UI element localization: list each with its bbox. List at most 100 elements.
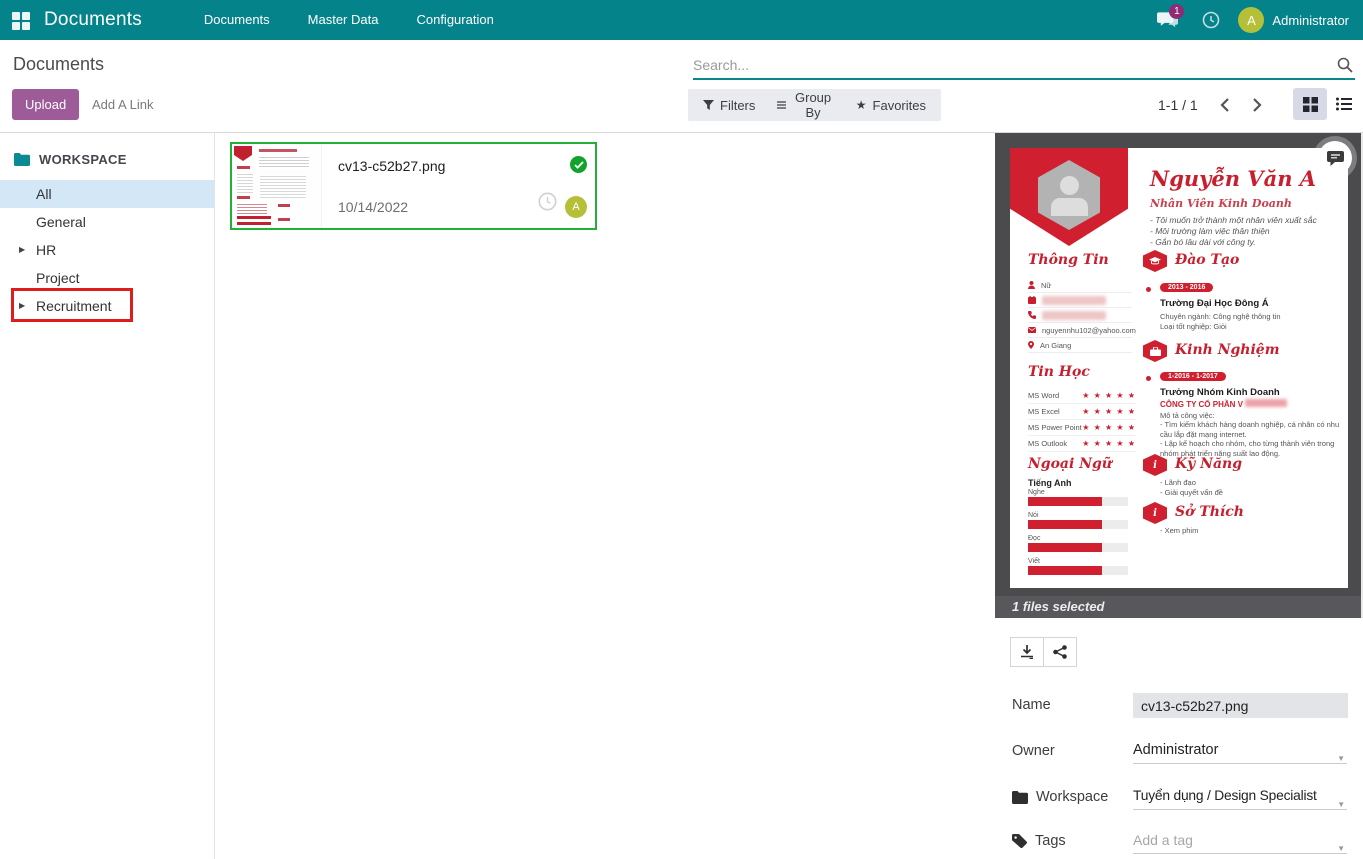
favorites-button[interactable]: ★ Favorites [847, 89, 935, 121]
user-icon [1028, 281, 1035, 289]
timeline-dot [1146, 376, 1151, 381]
name-field-label: Name [1012, 691, 1051, 719]
user-name: Administrator [1272, 13, 1349, 28]
group-by-label: Group By [792, 90, 833, 120]
document-chatter-button[interactable] [1318, 141, 1352, 175]
cv-language-name: Tiếng Anh [1028, 478, 1072, 488]
cv-avatar-torso [1051, 198, 1088, 216]
list-view-button[interactable] [1327, 88, 1361, 120]
group-by-button[interactable]: Group By [768, 89, 842, 121]
sidebar-item-hr[interactable]: ▶HR [0, 236, 214, 264]
app-menu: Documents Master Data Configuration [190, 0, 508, 40]
thumbnail-decoration [278, 204, 290, 207]
upload-button[interactable]: Upload [12, 89, 79, 120]
filters-button[interactable]: Filters [694, 89, 764, 121]
download-button[interactable] [1010, 637, 1044, 667]
add-a-link-button[interactable]: Add A Link [86, 89, 159, 120]
pager-next-button[interactable] [1244, 91, 1270, 119]
dropdown-caret-icon[interactable]: ▼ [1337, 746, 1345, 772]
filter-funnel-icon [703, 100, 714, 111]
sidebar-item-label: All [36, 186, 52, 202]
cv-skills-item: - Lãnh đạo [1160, 478, 1196, 487]
pager-previous-button[interactable] [1212, 91, 1238, 119]
apps-menu-icon[interactable] [0, 0, 40, 40]
search-bar [693, 52, 1355, 80]
selected-check-icon[interactable] [570, 156, 587, 173]
cv-info-gender: Nữ [1028, 278, 1132, 293]
workspace-list: All General ▶HR Project ▶Recruitment [0, 180, 214, 320]
cv-info-birthdate [1028, 293, 1132, 308]
document-card-body: cv13-c52b27.png 10/14/2022 A [322, 144, 595, 228]
cv-info-address: An Giang [1028, 338, 1132, 353]
cv-language-level-label: Nghe [1028, 489, 1045, 496]
cv-experience-desc-line: - Tìm kiếm khách hàng doanh nghiệp, cá n… [1160, 420, 1348, 439]
cv-skill-row: MS Word★ ★ ★ ★ ★ [1028, 388, 1136, 404]
tags-select[interactable]: Add a tag ▼ [1133, 827, 1347, 854]
favorites-label: Favorites [873, 98, 926, 113]
owner-avatar: A [565, 196, 587, 218]
dropdown-caret-icon[interactable]: ▼ [1337, 836, 1345, 859]
phone-icon [1028, 311, 1036, 319]
cv-language-level-label: Đọc [1028, 535, 1040, 542]
cv-objective-line: - Gắn bó lâu dài với công ty. [1150, 237, 1340, 248]
cv-computer-title: Tin Học [1028, 364, 1090, 380]
expand-caret-icon[interactable]: ▶ [19, 236, 25, 264]
menu-master-data[interactable]: Master Data [294, 0, 393, 40]
menu-documents[interactable]: Documents [190, 0, 284, 40]
cv-info-email: nguyennhu102@yahoo.com [1028, 323, 1132, 338]
clock-icon [1202, 11, 1220, 29]
name-input[interactable] [1133, 693, 1348, 718]
menu-configuration[interactable]: Configuration [402, 0, 507, 40]
tags-field-label: Tags [1012, 827, 1066, 855]
cv-skill-name: MS Word [1028, 391, 1059, 400]
document-card[interactable]: cv13-c52b27.png 10/14/2022 A [230, 142, 597, 230]
owner-select[interactable]: Administrator ▼ [1133, 737, 1347, 764]
document-preview-image[interactable]: Nguyễn Văn A Nhân Viên Kinh Doanh - Tôi … [1010, 148, 1348, 588]
sidebar-item-recruitment[interactable]: ▶Recruitment [0, 292, 214, 320]
activity-clock-icon[interactable] [538, 192, 557, 216]
calendar-icon [1028, 296, 1036, 304]
messages-button[interactable]: 1 [1150, 0, 1184, 40]
share-button[interactable] [1043, 637, 1077, 667]
sidebar-item-project[interactable]: Project [0, 264, 214, 292]
user-menu[interactable]: A Administrator [1238, 7, 1349, 33]
owner-value: Administrator [1133, 742, 1218, 758]
cv-experience-title: Kinh Nghiệm [1175, 342, 1280, 358]
document-thumbnail [232, 144, 322, 228]
cv-language-title: Ngoại Ngữ [1028, 456, 1112, 472]
mail-icon [1028, 327, 1036, 333]
tag-icon [1012, 834, 1027, 848]
sidebar-item-all[interactable]: All [0, 180, 214, 208]
sidebar-item-general[interactable]: General [0, 208, 214, 236]
search-input[interactable] [693, 52, 1355, 78]
star-rating: ★ ★ ★ ★ ★ [1082, 439, 1136, 448]
tags-field-row: Tags Add a tag ▼ [995, 827, 1363, 857]
cv-name: Nguyễn Văn A [1150, 166, 1316, 191]
share-icon [1053, 645, 1067, 659]
cv-info-rows: Nữ nguyennhu102@yahoo.com [1028, 278, 1132, 353]
info-icon: i [1143, 502, 1167, 524]
folder-icon [1012, 791, 1028, 804]
thumbnail-decoration [237, 166, 250, 169]
owner-field-row: Owner Administrator ▼ [995, 737, 1363, 767]
document-actions [1010, 637, 1077, 667]
dropdown-caret-icon[interactable]: ▼ [1337, 792, 1345, 818]
kanban-view-button[interactable] [1293, 88, 1327, 120]
inspector-panel: Nguyễn Văn A Nhân Viên Kinh Doanh - Tôi … [995, 133, 1363, 859]
workspace-field-label: Workspace [1012, 783, 1108, 811]
cv-skill-row: MS Power Point★ ★ ★ ★ ★ [1028, 420, 1136, 436]
cv-language-level-label: Viết [1028, 558, 1040, 565]
cv-education-grade: Loại tốt nghiệp: Giỏi [1160, 322, 1227, 331]
pager-range: 1-1 / 1 [1158, 97, 1198, 113]
download-icon [1020, 645, 1034, 659]
cv-language-level-label: Nói [1028, 512, 1039, 519]
expand-caret-icon[interactable]: ▶ [19, 292, 25, 320]
control-panel: Documents Upload Add A Link Filters Grou… [0, 40, 1363, 133]
cv-education-school: Trường Đại Học Đông Á [1160, 298, 1269, 309]
thumbnail-decoration [237, 202, 267, 214]
tags-placeholder: Add a tag [1133, 832, 1193, 848]
workspace-select[interactable]: Tuyển dụng / Design Specialist ▼ [1133, 783, 1347, 810]
workspace-sidebar: WORKSPACE All General ▶HR Project ▶Recru… [0, 133, 215, 859]
search-icon[interactable] [1337, 57, 1353, 78]
activities-button[interactable] [1194, 0, 1228, 40]
